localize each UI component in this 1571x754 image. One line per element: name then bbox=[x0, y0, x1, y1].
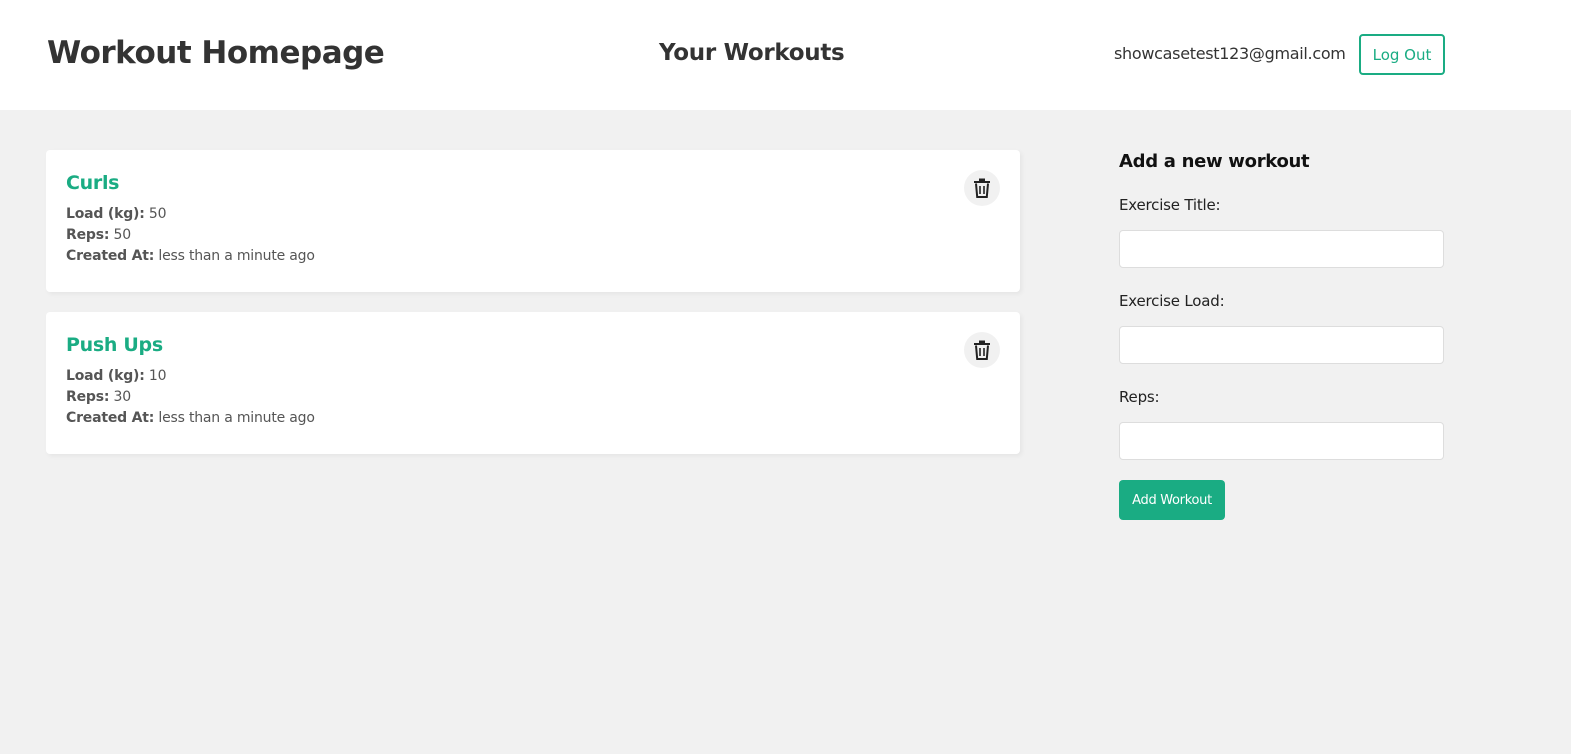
exercise-load-input[interactable] bbox=[1119, 326, 1444, 364]
workout-load: Load (kg): 50 bbox=[66, 204, 1000, 225]
form-heading: Add a new workout bbox=[1119, 151, 1310, 172]
page-heading: Your Workouts bbox=[659, 40, 845, 66]
workout-created-value: less than a minute ago bbox=[158, 410, 315, 426]
exercise-load-label: Exercise Load: bbox=[1119, 292, 1225, 310]
reps-input[interactable] bbox=[1119, 422, 1444, 460]
workout-card: Push Ups Load (kg): 10 Reps: 30 Created … bbox=[46, 312, 1020, 454]
add-workout-button[interactable]: Add Workout bbox=[1119, 480, 1225, 520]
workout-reps: Reps: 50 bbox=[66, 225, 1000, 246]
workout-reps: Reps: 30 bbox=[66, 387, 1000, 408]
trash-icon bbox=[974, 340, 990, 360]
workout-reps-value: 30 bbox=[113, 389, 132, 405]
workouts-list: Curls Load (kg): 50 Reps: 50 Created At:… bbox=[46, 150, 1020, 474]
navbar: Workout Homepage Your Workouts showcaset… bbox=[0, 0, 1571, 110]
workout-created-value: less than a minute ago bbox=[158, 248, 315, 264]
workout-load-value: 50 bbox=[148, 206, 167, 222]
delete-workout-button[interactable] bbox=[964, 170, 1000, 206]
workout-load: Load (kg): 10 bbox=[66, 366, 1000, 387]
workout-load-label: Load (kg): bbox=[66, 206, 145, 222]
logout-button[interactable]: Log Out bbox=[1359, 34, 1445, 75]
workout-reps-value: 50 bbox=[113, 227, 132, 243]
workout-card: Curls Load (kg): 50 Reps: 50 Created At:… bbox=[46, 150, 1020, 292]
site-title[interactable]: Workout Homepage bbox=[47, 35, 385, 71]
delete-workout-button[interactable] bbox=[964, 332, 1000, 368]
workout-created: Created At: less than a minute ago bbox=[66, 408, 1000, 429]
reps-label: Reps: bbox=[1119, 388, 1160, 406]
user-email: showcasetest123@gmail.com bbox=[1114, 44, 1346, 63]
workout-title: Push Ups bbox=[66, 334, 163, 356]
workout-created-label: Created At: bbox=[66, 248, 155, 264]
workout-created: Created At: less than a minute ago bbox=[66, 246, 1000, 267]
workout-reps-label: Reps: bbox=[66, 389, 110, 405]
trash-icon bbox=[974, 178, 990, 198]
workout-reps-label: Reps: bbox=[66, 227, 110, 243]
workout-load-value: 10 bbox=[148, 368, 167, 384]
exercise-title-label: Exercise Title: bbox=[1119, 196, 1221, 214]
exercise-title-input[interactable] bbox=[1119, 230, 1444, 268]
workout-title: Curls bbox=[66, 172, 120, 194]
workout-load-label: Load (kg): bbox=[66, 368, 145, 384]
add-workout-form: Add a new workout Exercise Title: Exerci… bbox=[1119, 151, 1444, 520]
workout-created-label: Created At: bbox=[66, 410, 155, 426]
